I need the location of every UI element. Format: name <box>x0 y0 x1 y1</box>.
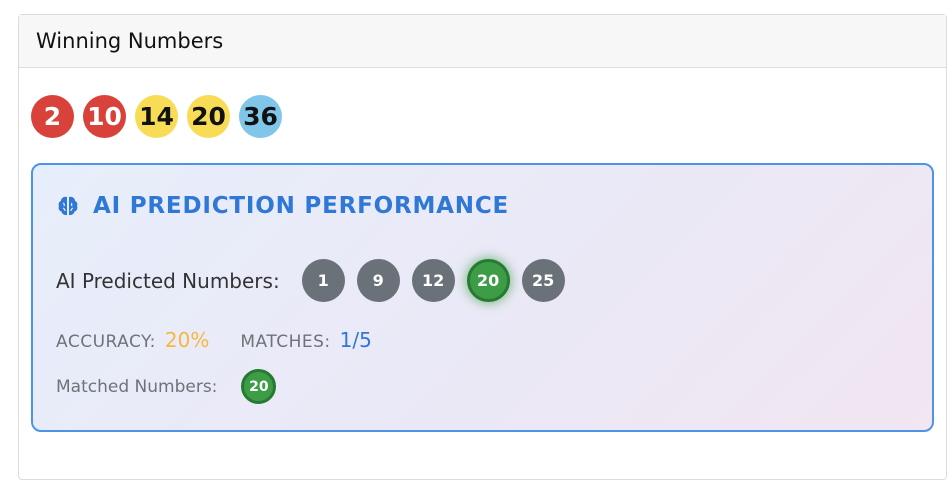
card-title: Winning Numbers <box>36 29 224 53</box>
matches-label: MATCHES: <box>240 332 331 352</box>
winning-ball: 2 <box>31 95 74 138</box>
predicted-ball: 12 <box>411 259 455 302</box>
matches-value: 1/5 <box>339 328 372 352</box>
matched-ball: 20 <box>241 369 277 404</box>
predicted-balls: 1 9 12 20 25 <box>301 259 565 302</box>
accuracy-value: 20% <box>164 328 210 352</box>
stats-row: ACCURACY: 20% MATCHES: 1/5 <box>56 328 372 352</box>
ai-prediction-panel: AI PREDICTION PERFORMANCE AI Predicted N… <box>31 163 934 432</box>
winning-number-balls: 2 10 14 20 36 <box>31 95 282 138</box>
accuracy-label: ACCURACY: <box>56 332 156 352</box>
predicted-ball: 25 <box>521 259 565 302</box>
matched-numbers-label: Matched Numbers: <box>56 376 218 397</box>
card-header: Winning Numbers <box>19 15 946 68</box>
ai-panel-title: AI PREDICTION PERFORMANCE <box>93 193 510 219</box>
winning-ball: 36 <box>239 95 282 138</box>
winning-ball: 20 <box>187 95 230 138</box>
winning-numbers-card: Winning Numbers 2 10 14 20 36 AI PREDICT… <box>18 14 947 480</box>
brain-icon <box>56 194 80 218</box>
predicted-ball-matched: 20 <box>466 259 510 302</box>
predicted-numbers-label: AI Predicted Numbers: <box>56 268 280 293</box>
predicted-ball: 1 <box>301 259 345 302</box>
winning-ball: 10 <box>83 95 126 138</box>
predicted-numbers-row: AI Predicted Numbers: 1 9 12 20 25 <box>56 259 565 302</box>
matched-numbers-row: Matched Numbers: 20 <box>56 369 277 404</box>
ai-title-row: AI PREDICTION PERFORMANCE <box>56 193 509 219</box>
winning-ball: 14 <box>135 95 178 138</box>
predicted-ball: 9 <box>356 259 400 302</box>
